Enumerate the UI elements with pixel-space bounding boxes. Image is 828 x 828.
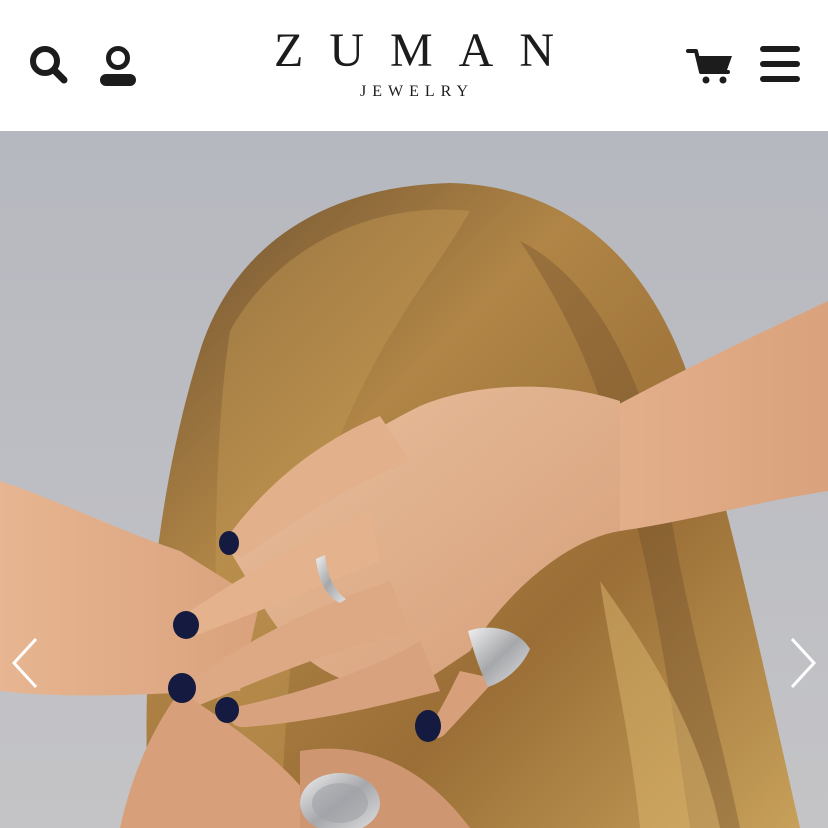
slide-next-button[interactable]: [782, 635, 822, 691]
hero-slideshow: [0, 131, 828, 828]
cart-button[interactable]: [686, 46, 734, 86]
chevron-left-icon: [11, 637, 38, 689]
chevron-right-icon: [790, 637, 817, 689]
page: ZUMAN JEWELRY: [0, 0, 828, 828]
menu-button[interactable]: [758, 44, 802, 84]
hero-image: [0, 131, 828, 828]
hamburger-menu-icon: [760, 46, 800, 82]
slide-prev-button[interactable]: [6, 635, 46, 691]
cart-icon: [686, 49, 732, 84]
site-header: ZUMAN JEWELRY: [0, 0, 828, 131]
